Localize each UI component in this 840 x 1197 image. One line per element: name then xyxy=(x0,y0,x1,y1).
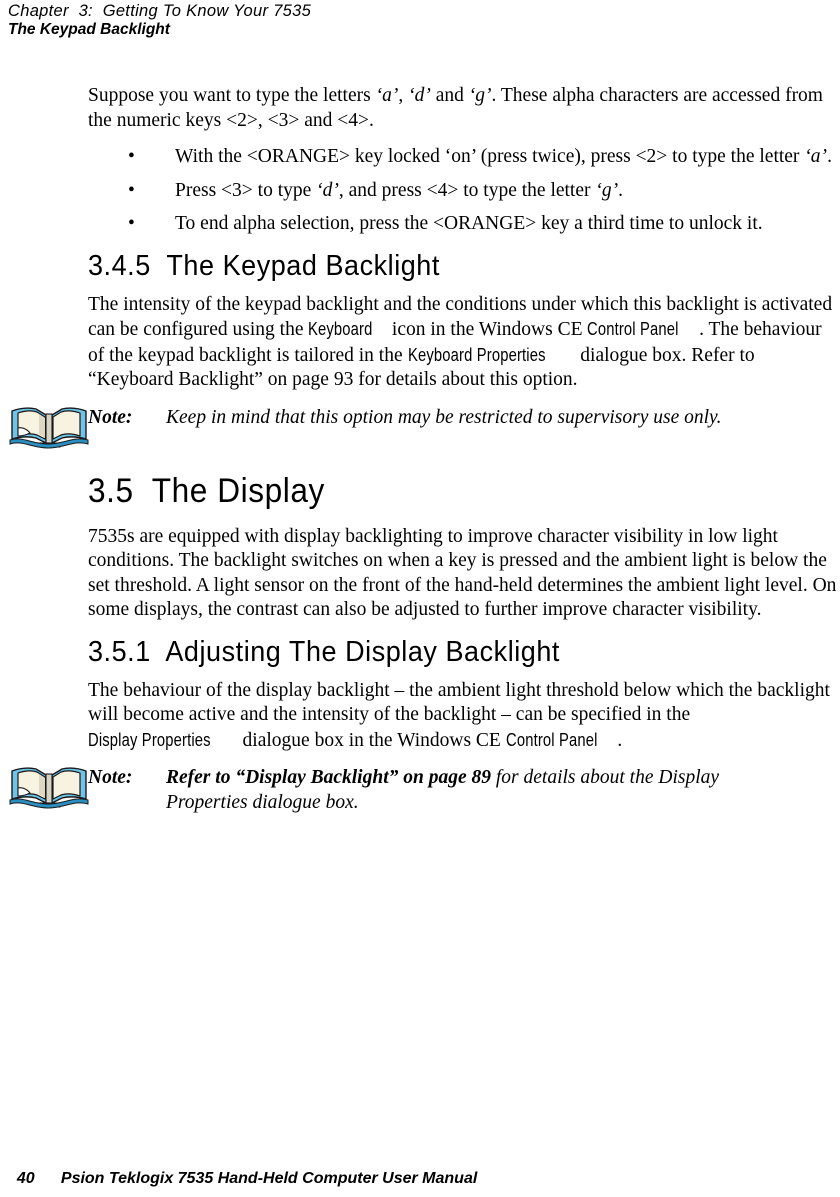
bullet-marker-icon: • xyxy=(128,146,135,167)
footer-manual-title: Psion Teklogix 7535 Hand-Held Computer U… xyxy=(60,1170,478,1187)
list-item-text-before: With the <ORANGE> key locked ‘on’ (press… xyxy=(175,146,805,167)
note-label: Note: xyxy=(88,767,133,788)
keypad-backlight-paragraph: The intensity of the keypad backlight an… xyxy=(88,293,840,393)
list-item-text-after: . xyxy=(827,146,832,167)
page-footer: 40 Psion Teklogix 7535 Hand-Held Computer… xyxy=(8,1150,832,1188)
list-item-emphasis: ‘a’ xyxy=(804,146,828,167)
bullet-marker-icon: • xyxy=(128,179,135,201)
display-para-seg1: The behaviour of the display backlight –… xyxy=(88,679,830,726)
list-item: • Press <3> to type ‘d’, and press <4> to… xyxy=(88,179,840,204)
note-bold-reference: Refer to “Display Backlight” on page 89 xyxy=(166,767,491,788)
intro-sep2: and xyxy=(430,85,469,106)
display-para-seg3: . xyxy=(617,729,623,751)
display-para-seg2: dialogue box in the Windows CE xyxy=(237,729,506,751)
list-item-emphasis-2: ‘g’ xyxy=(595,179,619,201)
list-item: • With the <ORANGE> key locked ‘on’ (pres… xyxy=(88,145,840,170)
page-running-head: Chapter 3: Getting To Know Your 7535 The… xyxy=(8,2,708,39)
intro-sep1: , xyxy=(398,85,409,106)
display-backlight-paragraph: The behaviour of the display backlight –… xyxy=(88,679,840,754)
intro-letter-g: ‘g’ xyxy=(468,85,492,106)
intro-letter-a: ‘a’ xyxy=(375,85,399,106)
intro-letter-d: ‘d’ xyxy=(408,85,431,106)
ui-term-control-panel-2: Control Panel xyxy=(505,729,598,750)
ui-term-control-panel: Control Panel xyxy=(587,319,679,339)
intro-text-part1: Suppose you want to type the letters xyxy=(88,85,376,106)
list-item-text-after: . xyxy=(618,179,624,201)
heading-3-4-5-the-keypad-backlight: 3.4.5 The Keypad Backlight xyxy=(88,249,440,282)
keypad-para-seg2: icon in the Windows CE xyxy=(387,319,588,340)
open-book-icon xyxy=(8,763,90,809)
note-block-display-backlight-reference: Note: Refer to “Display Backlight” on pag… xyxy=(9,765,840,815)
page-content: Suppose you want to type the letters ‘a’… xyxy=(9,84,840,827)
heading-3-5-the-display: 3.5 The Display xyxy=(88,471,325,510)
intro-paragraph: Suppose you want to type the letters ‘a’… xyxy=(88,84,840,133)
list-item-text-before: Press <3> to type xyxy=(175,179,317,201)
alpha-key-instructions-list: • With the <ORANGE> key locked ‘on’ (pres… xyxy=(88,145,840,237)
header-chapter-label: Chapter 3: Getting To Know Your 7535 xyxy=(8,2,312,20)
note-label: Note: xyxy=(88,406,133,428)
list-item-text-before: To end alpha selection, press the <ORANG… xyxy=(175,213,763,234)
footer-page-number: 40 xyxy=(16,1170,35,1187)
note-text: for details about the Display xyxy=(491,767,720,788)
list-item: • To end alpha selection, press the <ORAN… xyxy=(88,212,840,237)
note-body: Note: Refer to “Display Backlight” on pag… xyxy=(88,765,840,815)
note-text-line2: Properties dialogue box. xyxy=(166,792,359,813)
note-text: Keep in mind that this option may be res… xyxy=(166,406,722,428)
note-block-supervisory-use: Note: Keep in mind that this option may b… xyxy=(9,405,840,449)
note-body: Note: Keep in mind that this option may b… xyxy=(88,405,840,430)
list-item-emphasis: ‘d’ xyxy=(316,179,339,201)
header-section-title: The Keypad Backlight xyxy=(8,21,170,38)
list-item-text-mid: , and press <4> to type the letter xyxy=(338,179,596,201)
bullet-marker-icon: • xyxy=(128,213,135,234)
open-book-icon xyxy=(8,403,90,449)
ui-term-keyboard: Keyboard xyxy=(308,319,373,339)
heading-3-5-1-adjusting-the-display-backlight: 3.5.1 Adjusting The Display Backlight xyxy=(88,635,560,668)
ui-term-display-properties: Display Properties xyxy=(88,729,211,750)
display-paragraph: 7535s are equipped with display backligh… xyxy=(88,525,837,621)
ui-term-keyboard-properties: Keyboard Properties xyxy=(407,344,546,365)
